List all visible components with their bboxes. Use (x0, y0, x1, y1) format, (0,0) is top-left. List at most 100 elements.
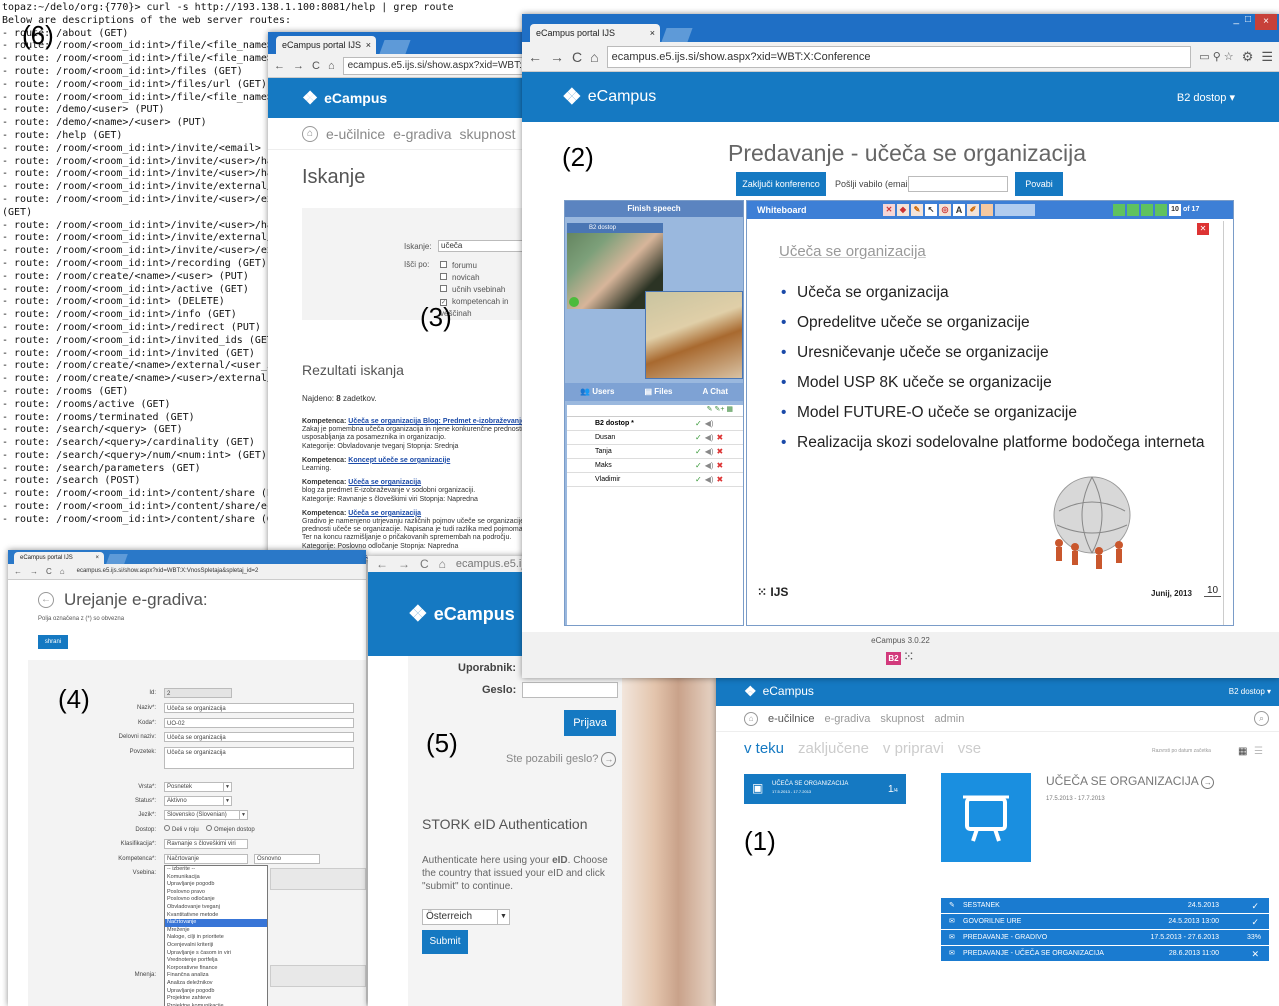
new-tab-button[interactable] (379, 40, 411, 54)
home-icon[interactable]: ⌂ (439, 557, 446, 571)
competence-dropdown[interactable]: -- izberite -- Komunikacija Upravljanje po… (164, 865, 268, 1006)
dropdown-option[interactable]: Upravljanje s časom in viri (165, 950, 267, 958)
select-field[interactable]: Aktivno ▼ (164, 796, 232, 806)
invite-button[interactable]: Povabi (1015, 172, 1063, 196)
dropdown-option[interactable]: -- izberite -- (165, 866, 267, 874)
field-input[interactable]: Učeča se organizacija (164, 703, 354, 713)
nav-item[interactable]: admin (934, 713, 964, 725)
pointer-icon[interactable]: ↖ (925, 204, 937, 216)
remove-icon[interactable]: ✖ (717, 445, 724, 459)
page-navigation[interactable]: 10 of 17 (1113, 204, 1199, 216)
dropdown-option[interactable]: Komunikacija (165, 874, 267, 882)
dropdown-option[interactable]: Načrtovanje (165, 919, 267, 927)
field-input[interactable]: Učeča se organizacija (164, 732, 354, 742)
country-select[interactable]: Österreich ▼ (422, 909, 510, 925)
forgot-password-link[interactable]: Ste pozabili geslo? → (506, 752, 617, 767)
ecampus-logo[interactable]: ❖ eCampus (302, 88, 387, 109)
dropdown-option[interactable]: Upravljanje pogodb (165, 988, 267, 996)
new-tab-button[interactable] (106, 554, 128, 564)
speaker-icon[interactable]: ◀) (705, 473, 714, 487)
back-circle-icon[interactable]: ← (38, 592, 54, 608)
forward-icon[interactable]: → (550, 49, 564, 65)
end-conference-button[interactable]: Zaključi konferenco (736, 172, 826, 196)
result-link[interactable]: Učeča se organizacija Blog: Predmet e-iz… (348, 418, 525, 425)
browser-tab[interactable]: eCampus portal IJS × (530, 24, 660, 42)
new-tab-button[interactable] (661, 28, 693, 42)
event-row[interactable]: ✎ SESTANEK 24.5.2013 ✓ (941, 898, 1269, 914)
nav-item[interactable]: e-učilnice (326, 126, 385, 142)
remove-icon[interactable]: ✖ (717, 473, 724, 487)
tab-chat[interactable]: A Chat (702, 383, 728, 401)
user-row[interactable]: Tanja ✓ ◀) ✖ (567, 445, 743, 459)
event-row[interactable]: ✉ PREDAVANJE - GRADIVO 17.5.2013 - 27.6.20… (941, 930, 1269, 946)
back-icon[interactable]: ← (274, 60, 285, 72)
nav-item[interactable]: e-gradiva (393, 126, 451, 142)
user-controls[interactable]: ✓ ◀) ✖ (695, 473, 723, 487)
speaker-icon[interactable]: ◀) (705, 445, 714, 459)
url-field[interactable]: ecampus.e5.ijs.si/show.aspx?xid=WBT:X:Vn… (73, 566, 360, 578)
nav-item[interactable]: e-učilnice (768, 713, 814, 725)
extension-icons[interactable]: ▭ ⚲ ☆ (1199, 50, 1233, 63)
speaker-icon[interactable]: ◀) (705, 459, 714, 473)
user-controls[interactable]: ✓ ◀) ✖ (695, 445, 723, 459)
radio-button[interactable] (164, 825, 170, 831)
checkbox[interactable] (440, 285, 447, 292)
search-option[interactable]: učnih vsebinah (440, 284, 530, 296)
result-link[interactable]: Učeča se organizacija (348, 479, 421, 486)
tab-zakljucene[interactable]: zaključene (798, 740, 869, 757)
nav-item[interactable]: skupnost (880, 713, 924, 725)
url-field[interactable]: ecampus.e5.ijs.si/show.aspx?xid=WBT:X:Is… (342, 56, 524, 75)
search-input[interactable]: učeča (438, 240, 530, 252)
dropdown-option[interactable]: Vrednotenje portfelja (165, 957, 267, 965)
competence-select[interactable]: Načrtovanje (164, 854, 248, 864)
ecampus-logo[interactable]: ❖ eCampus (744, 683, 814, 700)
whiteboard-tools[interactable]: ✕ ◆ ✎ ↖ ◎ A ✐ (883, 204, 1035, 216)
finish-speech-button[interactable]: Finish speech (565, 201, 743, 217)
menu-icon[interactable]: ☰ (1261, 49, 1273, 65)
dropdown-option[interactable]: Ocenjevalni kriteriji (165, 942, 267, 950)
dropdown-option[interactable]: Kvantitativne metode (165, 912, 267, 920)
dropdown-option[interactable]: Analiza deležnikov (165, 980, 267, 988)
forward-icon[interactable]: → (293, 60, 304, 72)
radio-button[interactable] (206, 825, 212, 831)
text-icon[interactable]: A (953, 204, 965, 216)
reload-icon[interactable]: C (46, 567, 52, 576)
check-icon[interactable]: ✓ (695, 445, 702, 459)
ecampus-logo[interactable]: ❖ eCampus (562, 84, 656, 110)
first-page-icon[interactable] (1113, 204, 1125, 216)
check-icon[interactable]: ✓ (695, 417, 702, 431)
home-nav-icon[interactable]: ⌂ (744, 711, 758, 726)
user-row[interactable]: Dusan ✓ ◀) ✖ (567, 431, 743, 445)
size-select[interactable] (995, 204, 1035, 216)
user-controls[interactable]: ✓ ◀) ✖ (695, 431, 723, 445)
check-icon[interactable]: ✓ (695, 431, 702, 445)
dropdown-option[interactable]: Poslovno odločanje (165, 896, 267, 904)
checkbox[interactable] (440, 261, 447, 268)
close-icon[interactable]: × (366, 36, 371, 54)
home-icon[interactable]: ⌂ (328, 60, 335, 72)
field-input[interactable]: UO-02 (164, 718, 354, 728)
search-option[interactable]: novicah (440, 272, 530, 284)
editor-toolbar[interactable] (270, 868, 366, 890)
forward-icon[interactable]: → (398, 557, 410, 571)
browser-tab[interactable]: eCampus portal IJS × (276, 36, 376, 54)
list-view-icon[interactable]: ☰ (1254, 746, 1263, 757)
eraser-icon[interactable]: ◆ (897, 204, 909, 216)
back-icon[interactable]: ← (528, 49, 542, 65)
event-row[interactable]: ✉ GOVORILNE URE 24.5.2013 13:00 ✓ (941, 914, 1269, 930)
sort-label[interactable]: Razvrsti po datum začetka (1152, 748, 1211, 754)
select-field[interactable]: Ravnanje s človeškimi viri (164, 839, 248, 849)
page-input[interactable]: 10 (1169, 204, 1181, 216)
password-input[interactable] (522, 682, 618, 698)
dropdown-option[interactable]: Obvladovanje tveganj (165, 904, 267, 912)
nav-item[interactable]: skupnost (460, 126, 516, 142)
clear-icon[interactable]: ✕ (883, 204, 895, 216)
ecampus-logo[interactable]: ❖ eCampus (408, 601, 515, 627)
search-option[interactable]: ✓ kompetencah in veščinah (440, 296, 530, 318)
grid-view-icon[interactable]: ▦ (1238, 746, 1247, 757)
close-icon[interactable]: × (95, 552, 99, 564)
user-controls[interactable]: ✓ ◀) ✖ (695, 459, 723, 473)
reload-icon[interactable]: C (420, 557, 429, 571)
course-detail-title[interactable]: UČEČA SE ORGANIZACIJA → (1046, 774, 1215, 789)
tab-v-teku[interactable]: v teku (744, 740, 784, 757)
